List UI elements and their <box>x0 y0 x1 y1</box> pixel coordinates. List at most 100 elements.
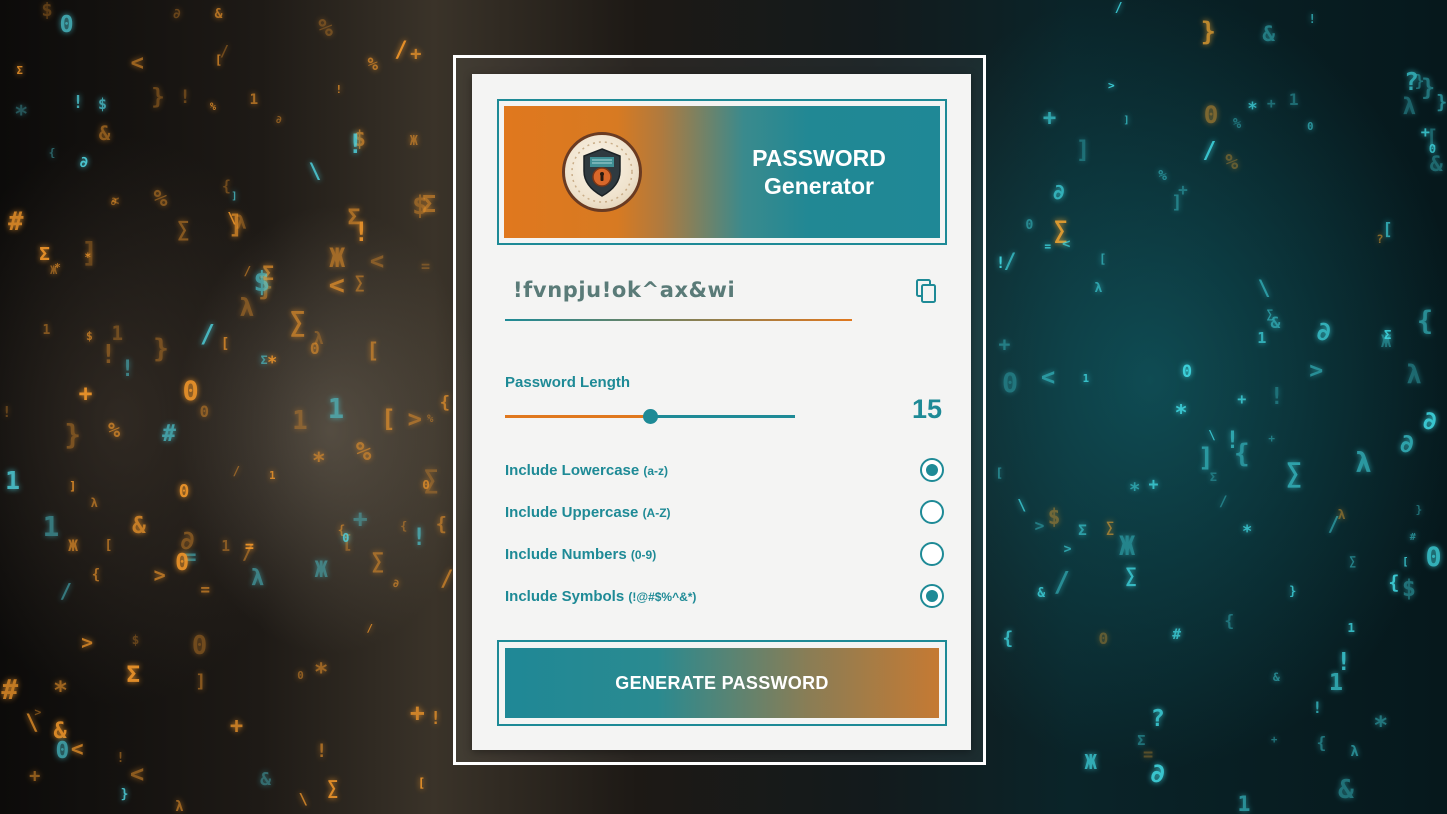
code-glyph: 0 <box>422 476 430 492</box>
code-glyph: [ <box>104 537 113 553</box>
option-lowercase-radio[interactable] <box>920 458 944 482</box>
generate-password-button[interactable]: GENERATE PASSWORD <box>505 648 939 718</box>
code-glyph: * <box>267 351 278 372</box>
code-glyph: < <box>70 736 84 762</box>
code-glyph: { <box>435 514 447 536</box>
code-glyph: } <box>1415 503 1423 517</box>
code-glyph: ! <box>72 92 84 113</box>
code-glyph: / <box>241 541 254 565</box>
code-glyph: $ <box>1401 574 1416 602</box>
code-glyph: ! <box>179 87 191 109</box>
code-glyph: [ <box>1382 219 1393 240</box>
code-glyph: Σ <box>347 204 361 230</box>
code-glyph: ! <box>1312 697 1323 717</box>
code-glyph: \ <box>1208 428 1216 443</box>
code-glyph: * <box>1128 478 1141 501</box>
generator-card: PASSWORD Generator !fvnpju!ok^ax&wi Pass… <box>472 74 971 750</box>
code-glyph: & <box>1037 586 1046 602</box>
code-glyph: Σ <box>262 262 274 286</box>
code-glyph: 0 <box>175 548 190 576</box>
option-uppercase: Include Uppercase (A-Z) <box>505 500 945 530</box>
option-symbols-text: Include Symbols <box>505 588 625 605</box>
code-glyph: ∂ <box>392 577 400 591</box>
app-title: PASSWORD Generator <box>734 144 904 200</box>
code-glyph: = <box>244 537 254 556</box>
code-glyph: > <box>407 404 422 433</box>
code-glyph: < <box>130 51 144 77</box>
code-glyph: # <box>8 207 24 238</box>
code-glyph: ∂ <box>1422 406 1438 436</box>
code-glyph: < <box>1062 236 1071 253</box>
code-glyph: + <box>410 44 422 66</box>
slider-thumb[interactable] <box>643 409 658 424</box>
code-glyph: & <box>1270 313 1281 333</box>
code-glyph: + <box>29 766 41 788</box>
code-glyph: ∑ <box>177 216 190 241</box>
code-glyph: } <box>1436 91 1447 113</box>
code-glyph: } <box>1289 584 1297 599</box>
code-glyph: 0 <box>1425 541 1442 573</box>
option-symbols-label: Include Symbols (!@#$%^&*) <box>505 588 696 605</box>
code-glyph: ∑ <box>354 272 365 293</box>
code-glyph: 0 <box>297 668 304 682</box>
code-glyph: / <box>1327 512 1340 537</box>
code-glyph: > <box>34 704 42 719</box>
option-numbers-text: Include Numbers <box>505 546 627 563</box>
code-glyph: ? <box>1404 66 1419 96</box>
code-glyph: Σ <box>1078 522 1087 539</box>
code-glyph: λ <box>1094 280 1103 297</box>
code-glyph: { <box>91 566 101 583</box>
copy-icon[interactable] <box>915 279 939 305</box>
code-glyph: $ <box>1047 505 1061 530</box>
code-glyph: 1 <box>327 393 345 425</box>
code-glyph: ∑ <box>1125 563 1137 587</box>
code-glyph: 0 <box>342 531 350 546</box>
option-numbers-radio[interactable] <box>920 542 944 566</box>
code-glyph: Σ <box>1209 470 1217 485</box>
code-glyph: + <box>78 380 93 407</box>
code-glyph: ! <box>1269 383 1284 410</box>
code-glyph: ∂ <box>172 5 181 22</box>
code-glyph: / <box>243 264 252 280</box>
password-length-slider[interactable] <box>505 406 795 426</box>
password-output-row: !fvnpju!ok^ax&wi <box>505 264 945 324</box>
code-glyph: \ <box>308 158 322 184</box>
code-glyph: * <box>84 250 92 264</box>
code-glyph: { <box>1224 610 1235 630</box>
code-glyph: ! <box>2 403 12 422</box>
code-glyph: $ <box>98 94 107 113</box>
code-glyph: * <box>311 447 326 474</box>
code-glyph: / <box>199 318 215 348</box>
code-glyph: 1 <box>111 321 124 345</box>
option-lowercase-label: Include Lowercase (a-z) <box>505 462 668 479</box>
code-glyph: * <box>1373 711 1389 741</box>
code-glyph: < <box>328 270 345 302</box>
option-uppercase-label: Include Uppercase (A-Z) <box>505 504 671 521</box>
code-glyph: λ <box>239 293 255 322</box>
code-glyph: 0 <box>1181 360 1193 381</box>
code-glyph: % <box>209 101 217 113</box>
code-glyph: / <box>59 579 73 604</box>
code-glyph: \ <box>1257 276 1271 302</box>
option-symbols-radio[interactable] <box>920 584 944 608</box>
code-glyph: ] <box>69 478 77 493</box>
code-glyph: \ <box>1017 496 1027 515</box>
code-glyph: & <box>132 513 146 540</box>
code-glyph: # <box>1172 626 1181 644</box>
code-glyph: & <box>1429 151 1443 177</box>
code-glyph: = <box>200 579 210 599</box>
option-uppercase-radio[interactable] <box>920 500 944 524</box>
code-glyph: [ <box>341 530 354 553</box>
code-glyph: $ <box>86 330 93 344</box>
code-glyph: + <box>229 712 244 739</box>
code-glyph: * <box>1174 401 1188 427</box>
code-glyph: λ <box>1355 448 1372 480</box>
code-glyph: / <box>1003 247 1017 273</box>
code-glyph: 1 <box>292 406 308 437</box>
password-output[interactable]: !fvnpju!ok^ax&wi <box>513 278 735 302</box>
code-glyph: < <box>111 194 120 210</box>
code-glyph: ∂ <box>1149 758 1166 789</box>
code-glyph: [ <box>1098 252 1107 267</box>
code-glyph: Ж <box>409 134 418 150</box>
code-glyph: $ <box>253 265 271 299</box>
